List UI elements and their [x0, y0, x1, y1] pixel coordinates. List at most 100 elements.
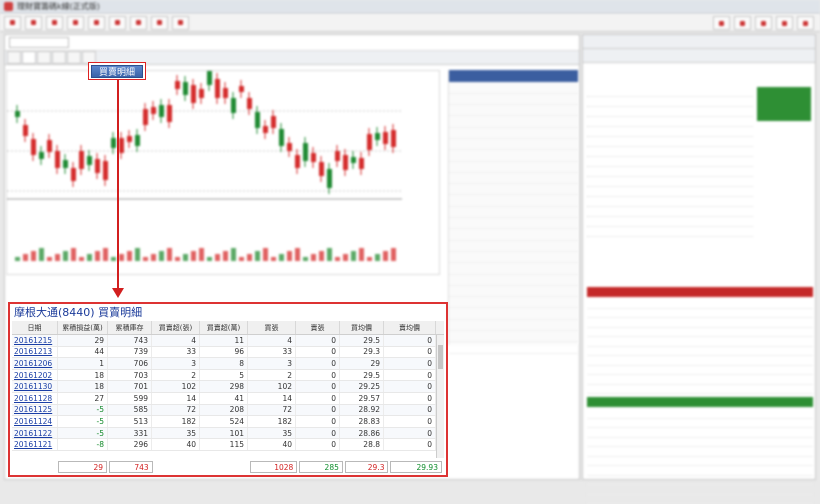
date-link[interactable]: 20161122 [12, 428, 58, 439]
table-cell: 706 [108, 358, 152, 369]
window-titlebar: 理財寶籌碼k線(正式版) [0, 0, 820, 14]
date-link[interactable]: 20161125 [12, 405, 58, 416]
volume-bar [271, 257, 276, 261]
toolbar-right-button-2[interactable] [734, 16, 751, 30]
toolbar-button-6[interactable] [109, 16, 126, 30]
candle-body [311, 153, 316, 162]
today-badge [757, 87, 811, 121]
buyers-header [587, 287, 813, 297]
date-link[interactable]: 20161124 [12, 416, 58, 427]
column-header[interactable]: 累積庫存 [108, 321, 152, 334]
tab-5[interactable] [67, 51, 81, 64]
candle-body [391, 130, 396, 147]
table-cell: 102 [152, 381, 200, 392]
volume-bar [199, 248, 204, 261]
toolbar-right-button-3[interactable] [755, 16, 772, 30]
table-cell: 0 [296, 335, 340, 346]
toolbar-button-9[interactable] [172, 16, 189, 30]
candle-body [127, 136, 132, 142]
tab-3[interactable] [37, 51, 51, 64]
broker-row [587, 457, 813, 467]
toolbar-button-8[interactable] [151, 16, 168, 30]
date-link[interactable]: 20161128 [12, 393, 58, 404]
broker-row [587, 347, 813, 357]
candle-body [287, 143, 292, 151]
date-link[interactable]: 20161215 [12, 335, 58, 346]
column-header[interactable]: 買均價 [340, 321, 384, 334]
column-header[interactable]: 賣張 [296, 321, 340, 334]
toolbar-right-button-1[interactable] [713, 16, 730, 30]
volume-bar [143, 257, 148, 261]
trade-detail-button[interactable]: 買賣明細 [88, 62, 146, 80]
date-link[interactable]: 20161202 [12, 370, 58, 381]
table-row[interactable]: 20161124-5513182524182028.830 [12, 416, 444, 428]
table-row[interactable]: 2016121344739339633029.30 [12, 347, 444, 359]
ladder-row [449, 195, 578, 206]
table-row[interactable]: 2016112827599144114029.570 [12, 393, 444, 405]
table-cell: 0 [296, 381, 340, 392]
column-header[interactable]: 日期 [12, 321, 58, 334]
candle-body [279, 129, 284, 146]
tab-1[interactable] [7, 51, 21, 64]
column-header[interactable]: 賣均價 [384, 321, 436, 334]
volume-bar [303, 257, 308, 261]
table-cell: 4 [248, 335, 296, 346]
table-row[interactable]: 2016120617063830290 [12, 358, 444, 370]
volume-bar [23, 254, 28, 261]
volume-bar [279, 254, 284, 261]
table-row[interactable]: 20161215297434114029.50 [12, 335, 444, 347]
table-cell: 331 [108, 428, 152, 439]
table-cell: 0 [296, 428, 340, 439]
tab-2[interactable] [22, 51, 36, 64]
toolbar-button-1[interactable] [4, 16, 21, 30]
column-header[interactable]: 買賣超(張) [152, 321, 200, 334]
candle-body [319, 162, 324, 176]
table-cell: 0 [384, 416, 436, 427]
toolbar-button-7[interactable] [130, 16, 147, 30]
column-header[interactable]: 買賣超(萬) [200, 321, 248, 334]
ladder-row [449, 138, 578, 149]
toolbar-button-3[interactable] [46, 16, 63, 30]
table-row[interactable]: 2016113018701102298102029.250 [12, 381, 444, 393]
table-cell: 208 [200, 405, 248, 416]
trade-detail-label[interactable]: 買賣明細 [91, 65, 143, 78]
toolbar-button-4[interactable] [67, 16, 84, 30]
volume-bar [247, 254, 252, 261]
scrollbar-thumb[interactable] [438, 345, 443, 369]
tab-4[interactable] [52, 51, 66, 64]
candle-body [103, 161, 108, 180]
stock-search-input[interactable] [9, 37, 69, 48]
toolbar-button-2[interactable] [25, 16, 42, 30]
table-row[interactable]: 2016120218703252029.50 [12, 370, 444, 382]
column-header[interactable]: 累積損益(萬) [58, 321, 108, 334]
candle-body [271, 116, 276, 128]
table-row[interactable]: 20161121-82964011540028.80 [12, 439, 444, 451]
grid-scrollbar[interactable] [436, 335, 444, 458]
table-row[interactable]: 20161122-53313510135028.860 [12, 428, 444, 440]
volume-bar [215, 254, 220, 261]
sellers-list [587, 409, 813, 504]
right-tabs [583, 49, 815, 63]
callout-arrow [117, 80, 119, 290]
candle-body [247, 98, 252, 109]
toolbar-right-button-4[interactable] [776, 16, 793, 30]
candle-body [159, 105, 164, 117]
table-row[interactable]: 20161125-55857220872028.920 [12, 405, 444, 417]
toolbar-button-5[interactable] [88, 16, 105, 30]
table-cell: 0 [384, 439, 436, 450]
volume-bar [327, 248, 332, 261]
table-cell: 0 [296, 370, 340, 381]
table-cell: 182 [152, 416, 200, 427]
date-link[interactable]: 20161130 [12, 381, 58, 392]
candle-body [215, 79, 220, 98]
column-header[interactable]: 買張 [248, 321, 296, 334]
table-cell: 2 [152, 370, 200, 381]
callout-arrow-head [112, 288, 124, 298]
date-link[interactable]: 20161213 [12, 347, 58, 358]
toolbar-right-button-5[interactable] [797, 16, 814, 30]
date-link[interactable]: 20161206 [12, 358, 58, 369]
table-cell: 0 [384, 405, 436, 416]
date-link[interactable]: 20161121 [12, 439, 58, 450]
volume-bar [287, 251, 292, 261]
table-cell: 298 [200, 381, 248, 392]
